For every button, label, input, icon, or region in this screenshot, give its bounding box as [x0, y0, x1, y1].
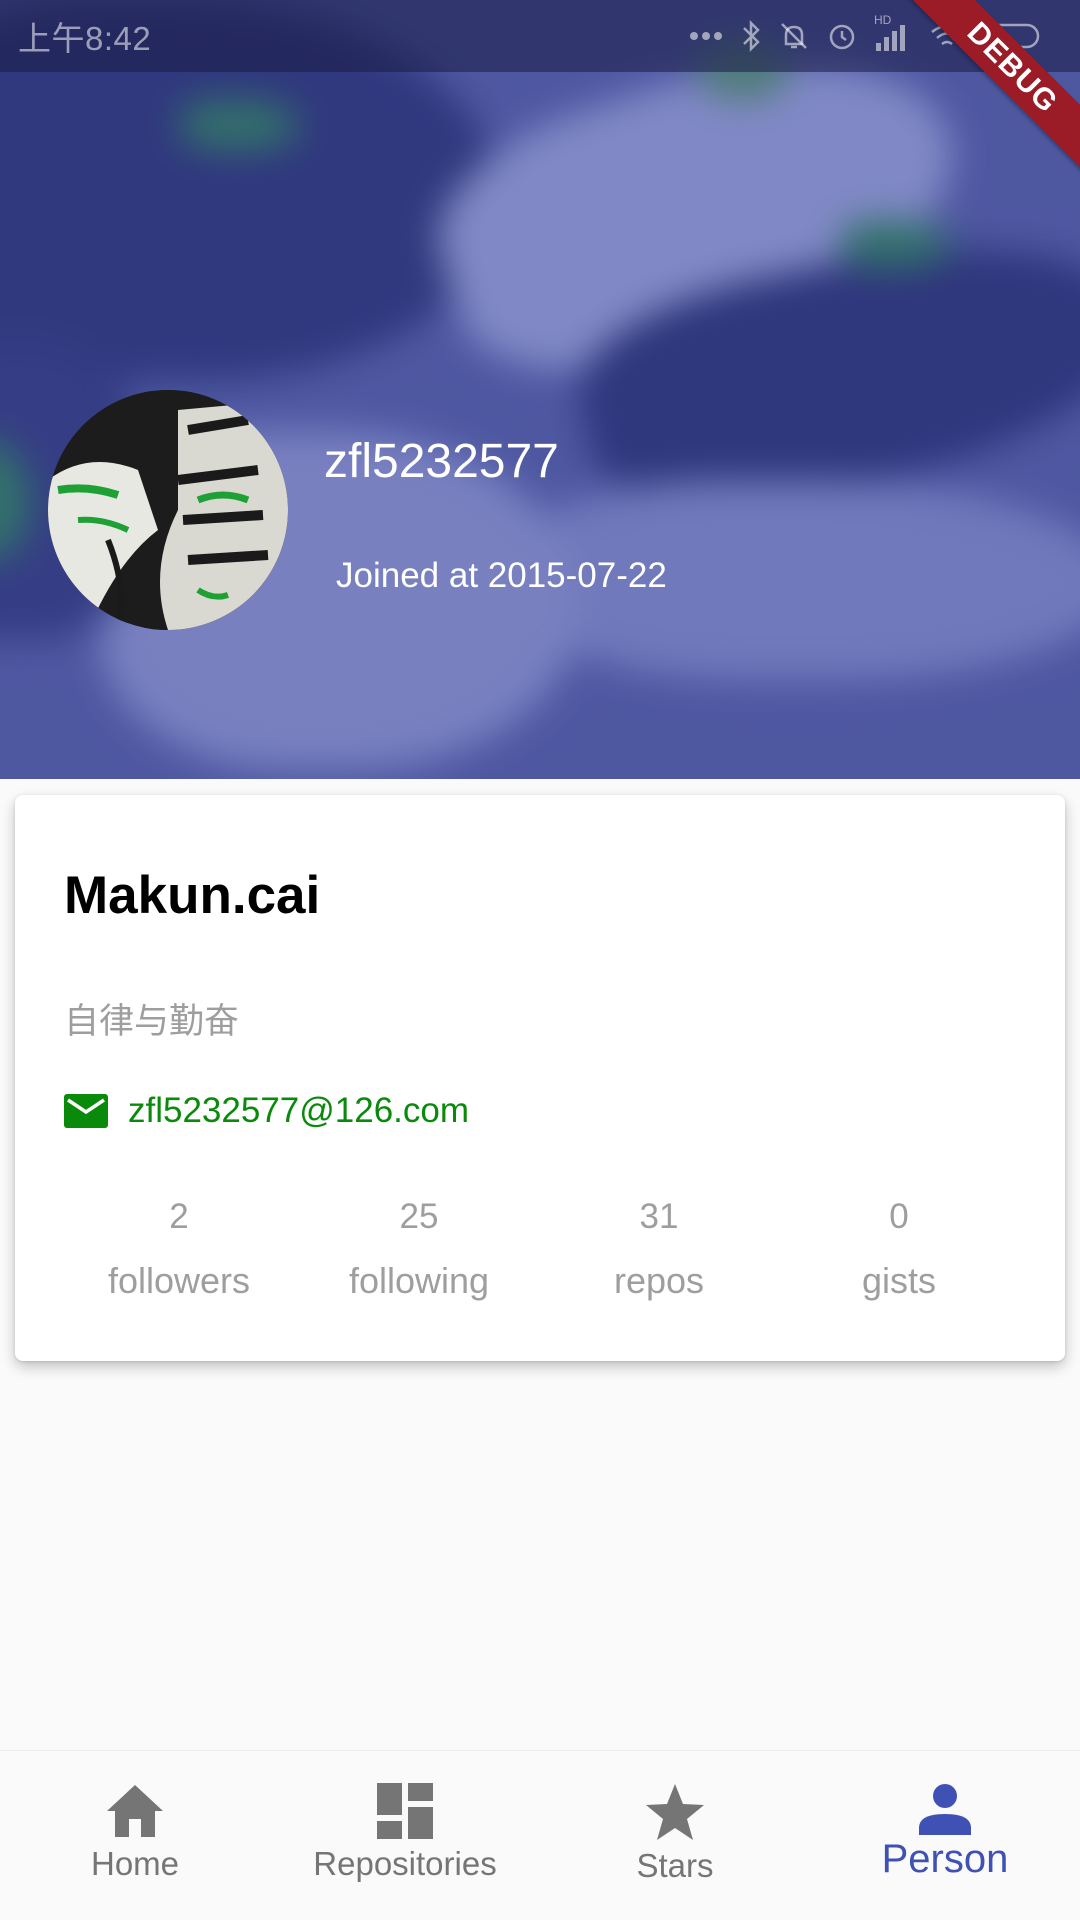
mail-icon [64, 1094, 108, 1128]
stat-count: 0 [889, 1197, 909, 1236]
nav-item-person[interactable]: Person [810, 1751, 1080, 1920]
nav-item-repositories[interactable]: Repositories [270, 1751, 540, 1920]
status-bar: 上午8:42 HD [0, 0, 1080, 72]
email-row[interactable]: zfl5232577@126.com [64, 1091, 469, 1131]
stat-count: 2 [169, 1197, 189, 1236]
stat-label: followers [107, 1260, 251, 1301]
display-name: Makun.cai [64, 866, 321, 925]
home-icon [107, 1785, 163, 1837]
stat-count: 25 [399, 1197, 439, 1236]
nav-item-home[interactable]: Home [0, 1751, 270, 1920]
bottom-navigation: Home Repositories Stars Person [0, 1750, 1080, 1920]
nav-label: Repositories [313, 1845, 497, 1882]
avatar[interactable] [48, 390, 288, 630]
bluetooth-icon [743, 19, 760, 53]
person-icon [919, 1784, 971, 1835]
bio-text: 自律与勤奋 [64, 1002, 240, 1041]
status-time: 上午8:42 [18, 20, 152, 57]
stat-label: following [348, 1260, 490, 1301]
email-link[interactable]: zfl5232577@126.com [128, 1091, 469, 1131]
status-icons: HD [688, 13, 1044, 53]
nav-label: Stars [636, 1847, 714, 1884]
stat-followers[interactable]: 2 followers [59, 1195, 299, 1303]
joined-date: Joined at 2015-07-22 [336, 556, 667, 595]
login-name: zfl5232577 [324, 435, 559, 488]
profile-screen: 上午8:42 HD zfl5232577 Joined at 2015-07-2… [0, 0, 1080, 1920]
stat-label: repos [613, 1260, 705, 1301]
stats-row: 2 followers 25 following 31 repos 0 gist… [59, 1195, 1019, 1303]
stat-gists[interactable]: 0 gists [779, 1195, 1019, 1303]
mute-bell-icon [781, 23, 807, 49]
alarm-icon [829, 24, 855, 50]
more-dots-icon [690, 32, 722, 40]
stat-label: gists [861, 1260, 937, 1301]
stat-count: 31 [639, 1197, 679, 1236]
stat-repos[interactable]: 31 repos [539, 1195, 779, 1303]
star-icon [646, 1784, 704, 1840]
profile-card: Makun.cai 自律与勤奋 zfl5232577@126.com 2 fol… [15, 795, 1065, 1361]
stat-following[interactable]: 25 following [299, 1195, 539, 1303]
signal-icon: HD [874, 13, 914, 53]
dashboard-icon [377, 1783, 433, 1839]
profile-header: 上午8:42 HD zfl5232577 Joined at 2015-07-2… [0, 0, 1080, 779]
battery-icon [980, 23, 1040, 49]
nav-label: Home [90, 1845, 180, 1882]
nav-item-stars[interactable]: Stars [540, 1751, 810, 1920]
nav-label: Person [881, 1837, 1009, 1881]
wifi-icon [931, 24, 963, 46]
